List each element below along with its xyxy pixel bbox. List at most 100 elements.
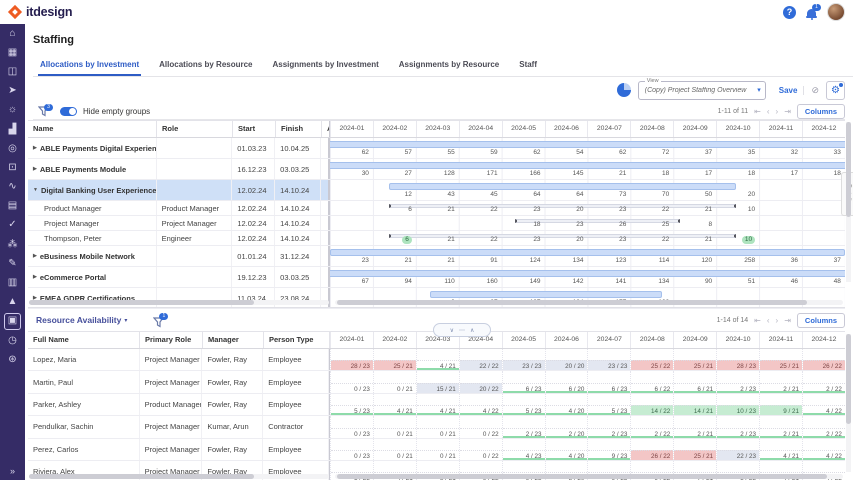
gantt-bar[interactable] [430, 291, 662, 298]
allocation-row[interactable]: Project ManagerProject Manager12.02.2414… [28, 216, 845, 231]
gantt-value[interactable] [330, 191, 373, 199]
gantt-value[interactable]: 22 [459, 236, 502, 244]
sidebar-item-timesheet-clock[interactable]: ◷ [0, 331, 25, 350]
gantt-value[interactable]: 166 [502, 170, 545, 178]
gantt-value[interactable]: 45 [459, 191, 502, 199]
pane-splitter-handle[interactable]: ∨ ⋯ ∧ [433, 323, 491, 337]
gantt-value[interactable]: 32 [759, 149, 802, 157]
gantt-value[interactable]: 21 [673, 236, 716, 244]
allocation-row[interactable]: ▶ABLE Payments Digital Experience01.03.2… [28, 138, 845, 159]
gantt-value[interactable]: 54 [545, 149, 588, 157]
last-page-icon[interactable]: ⇥ [784, 107, 791, 116]
sidebar-collapse-icon[interactable]: » [0, 466, 25, 476]
allocation-row[interactable]: ▶eCommerce Portal19.12.2303.03.256794110… [28, 267, 845, 288]
gantt-value[interactable]: 18 [630, 170, 673, 178]
gantt-value[interactable]: 70 [630, 191, 673, 199]
sidebar-item-reports[interactable]: ▟ [0, 120, 25, 139]
gantt-value[interactable]: 17 [673, 170, 716, 178]
gantt-bar[interactable] [329, 141, 845, 148]
column-header-start[interactable]: Start [233, 121, 276, 137]
gantt-value[interactable]: 37 [673, 149, 716, 157]
availability-columns-button[interactable]: Columns [797, 313, 845, 328]
sidebar-item-ideas[interactable]: ☼ [0, 101, 25, 120]
gantt-value[interactable] [416, 221, 459, 229]
gantt-value[interactable]: 6 [373, 236, 416, 244]
gantt-value[interactable]: 35 [716, 149, 759, 157]
gantt-value[interactable]: 171 [459, 170, 502, 178]
user-avatar[interactable] [827, 3, 845, 21]
column-header-finish[interactable]: Finish [276, 121, 322, 137]
gantt-value[interactable]: 23 [330, 257, 373, 265]
gantt-value[interactable]: 43 [416, 191, 459, 199]
availability-row[interactable]: Parker, AshleyProduct ManagerFowler, Ray… [28, 394, 845, 416]
columns-button[interactable]: Columns [797, 104, 845, 119]
gantt-value[interactable] [330, 236, 373, 244]
sidebar-item-org-hierarchy[interactable]: ⁂ [0, 235, 25, 254]
gantt-value[interactable]: 59 [459, 149, 502, 157]
gantt-value[interactable]: 20 [716, 191, 759, 199]
gantt-value[interactable]: 134 [545, 257, 588, 265]
gantt-value[interactable]: 72 [630, 149, 673, 157]
gantt-value[interactable]: 62 [330, 149, 373, 157]
sidebar-item-checkmark[interactable]: ✓ [0, 216, 25, 235]
gantt-value[interactable] [802, 236, 845, 244]
gantt-value[interactable]: 128 [416, 170, 459, 178]
gantt-value[interactable]: 21 [416, 257, 459, 265]
gantt-value[interactable] [759, 221, 802, 229]
gantt-value[interactable]: 114 [630, 257, 673, 265]
column-header-primary-role[interactable]: Primary Role [140, 332, 203, 348]
gantt-value[interactable]: 20 [545, 206, 588, 214]
gantt-bar[interactable] [389, 183, 736, 190]
allocation-row[interactable]: ▼Digital Banking User Experience12.02.24… [28, 180, 845, 201]
gantt-value[interactable]: 160 [459, 278, 502, 286]
gantt-value[interactable]: 10 [716, 236, 759, 244]
tab-allocations-by-investment[interactable]: Allocations by Investment [38, 56, 141, 76]
first-page-icon[interactable]: ⇤ [754, 107, 761, 116]
sidebar-item-rocket[interactable]: ➤ [0, 82, 25, 101]
gantt-value[interactable]: 145 [545, 170, 588, 178]
prev-page-icon[interactable]: ‹ [767, 316, 770, 325]
gantt-value[interactable]: 46 [759, 278, 802, 286]
sidebar-item-knowledge-book[interactable]: ▥ [0, 273, 25, 292]
gantt-value[interactable]: 134 [630, 278, 673, 286]
column-header-person-type[interactable]: Person Type [264, 332, 330, 348]
expand-pane-icon[interactable]: ∧ [470, 327, 474, 334]
gantt-value[interactable]: 23 [545, 221, 588, 229]
gantt-value[interactable]: 62 [502, 149, 545, 157]
availability-right-hscrollbar[interactable] [335, 474, 843, 479]
gantt-value[interactable] [330, 206, 373, 214]
gantt-value[interactable]: 110 [416, 278, 459, 286]
gantt-value[interactable]: 22 [630, 206, 673, 214]
gantt-value[interactable]: 6 [373, 206, 416, 214]
allocations-gantt-hscrollbar[interactable] [335, 300, 843, 305]
sidebar-item-portfolios[interactable]: ◫ [0, 62, 25, 81]
gantt-value[interactable]: 37 [802, 257, 845, 265]
gantt-value[interactable]: 26 [587, 221, 630, 229]
gantt-value[interactable]: 36 [759, 257, 802, 265]
allocations-vertical-scrollbar[interactable] [846, 122, 851, 282]
sidebar-item-goals-target[interactable]: ◎ [0, 139, 25, 158]
gantt-value[interactable]: 149 [502, 278, 545, 286]
availability-row[interactable]: Perez, CarlosProject ManagerFowler, RayE… [28, 439, 845, 461]
gantt-value[interactable]: 91 [459, 257, 502, 265]
availability-filter-funnel-icon[interactable]: 1 [153, 315, 165, 326]
sidebar-item-dashboard-monitor[interactable]: ⊡ [0, 158, 25, 177]
gantt-value[interactable] [330, 221, 373, 229]
allocations-left-hscrollbar[interactable] [29, 300, 329, 305]
tab-allocations-by-resource[interactable]: Allocations by Resource [157, 56, 254, 76]
gantt-value[interactable]: 124 [502, 257, 545, 265]
settings-gear-button[interactable]: ⚙ [826, 81, 845, 100]
prev-page-icon[interactable]: ‹ [767, 107, 770, 116]
resource-availability-title[interactable]: Resource Availability [36, 315, 121, 325]
allocation-row[interactable]: ▶ABLE Payments Module16.12.2303.03.25302… [28, 159, 845, 180]
sidebar-item-apps-grid[interactable]: ▦ [0, 43, 25, 62]
share-link-icon[interactable]: ⊘ [811, 85, 819, 96]
gantt-value[interactable] [759, 191, 802, 199]
availability-row[interactable]: Pendulkar, SachinProject ManagerKumar, A… [28, 416, 845, 438]
sidebar-item-board-tasks[interactable]: ▤ [0, 197, 25, 216]
column-header-manager[interactable]: Manager [203, 332, 264, 348]
column-header-name[interactable]: Name [28, 121, 157, 137]
gantt-value[interactable]: 94 [373, 278, 416, 286]
gantt-value[interactable]: 20 [545, 236, 588, 244]
gantt-value[interactable]: 23 [502, 236, 545, 244]
